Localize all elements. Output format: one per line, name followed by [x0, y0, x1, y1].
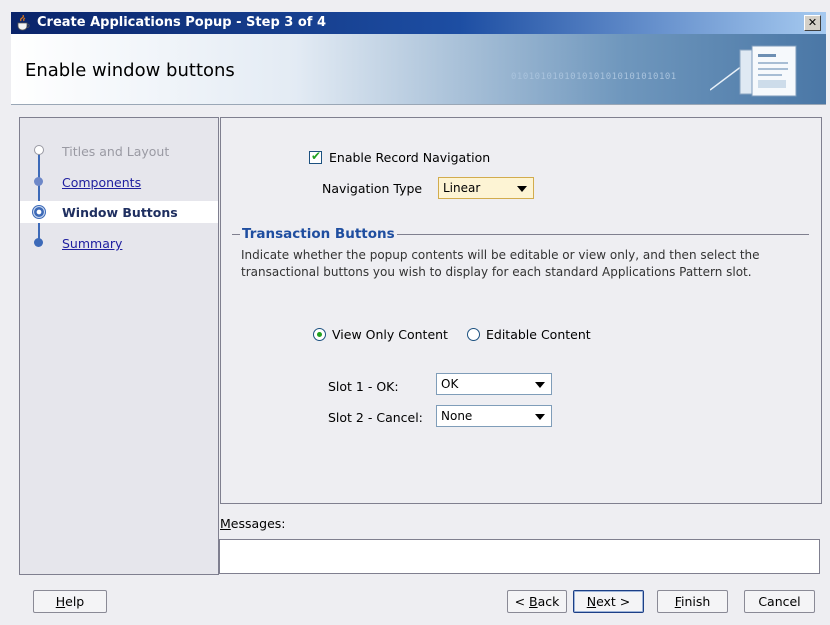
steps-connector-line — [38, 154, 40, 244]
next-button[interactable]: Next > — [573, 590, 644, 613]
wizard-dialog: Create Applications Popup - Step 3 of 4 … — [0, 0, 830, 625]
step-label: Titles and Layout — [62, 144, 170, 159]
slot2-label: Slot 2 - Cancel: — [328, 410, 423, 425]
slot1-label: Slot 1 - OK: — [328, 379, 399, 394]
checkmark-icon: ✔ — [311, 149, 322, 163]
close-icon[interactable]: ✕ — [804, 15, 821, 31]
step-label[interactable]: Components — [62, 175, 141, 190]
navigation-type-select[interactable]: Linear — [438, 177, 534, 199]
step-components[interactable]: Components — [20, 171, 218, 193]
step-node-icon — [34, 145, 44, 155]
back-button[interactable]: < Back — [507, 590, 567, 613]
slot2-value: None — [441, 409, 473, 423]
messages-label: Messages: — [220, 516, 286, 531]
transaction-buttons-heading: Transaction Buttons — [240, 226, 397, 242]
chevron-down-icon — [517, 186, 527, 192]
enable-record-navigation-checkbox[interactable]: ✔ — [309, 149, 322, 164]
radio-selected-dot — [317, 332, 322, 337]
current-step-icon — [32, 205, 46, 219]
help-button[interactable]: Help — [33, 590, 107, 613]
step-label[interactable]: Summary — [62, 236, 122, 251]
step-titles-and-layout: Titles and Layout — [20, 140, 218, 162]
slot1-select[interactable]: OK — [436, 373, 552, 395]
enable-record-navigation-label[interactable]: Enable Record Navigation — [329, 150, 490, 165]
finish-button[interactable]: Finish — [657, 590, 728, 613]
chevron-down-icon — [535, 382, 545, 388]
transaction-description: Indicate whether the popup contents will… — [241, 248, 760, 279]
wizard-documents-icon — [710, 45, 797, 97]
editable-content-label[interactable]: Editable Content — [486, 327, 591, 342]
title-bar[interactable]: Create Applications Popup - Step 3 of 4 … — [11, 12, 826, 34]
slot2-select[interactable]: None — [436, 405, 552, 427]
chevron-down-icon — [535, 414, 545, 420]
editable-content-radio[interactable] — [467, 328, 480, 341]
step-window-buttons: Window Buttons — [20, 201, 218, 223]
java-cup-icon — [17, 15, 30, 31]
cancel-button[interactable]: Cancel — [744, 590, 815, 613]
step-node-icon — [34, 238, 43, 247]
navigation-type-value: Linear — [443, 181, 481, 195]
step-summary[interactable]: Summary — [20, 232, 218, 254]
view-only-content-label[interactable]: View Only Content — [332, 327, 448, 342]
navigation-type-label: Navigation Type — [322, 181, 423, 196]
binary-decoration: 0101010101010101010101010101 — [511, 72, 677, 82]
messages-area[interactable] — [219, 539, 820, 574]
step-label: Window Buttons — [62, 205, 178, 220]
step-title: Enable window buttons — [25, 60, 235, 81]
step-content-panel — [220, 117, 822, 504]
step-node-icon — [34, 177, 43, 186]
wizard-steps-panel: Titles and Layout Components Window Butt… — [19, 117, 219, 575]
window-title: Create Applications Popup - Step 3 of 4 — [37, 15, 327, 30]
view-only-content-radio[interactable] — [313, 328, 326, 341]
slot1-value: OK — [441, 377, 459, 391]
header-banner: Enable window buttons 010101010101010101… — [11, 34, 826, 105]
